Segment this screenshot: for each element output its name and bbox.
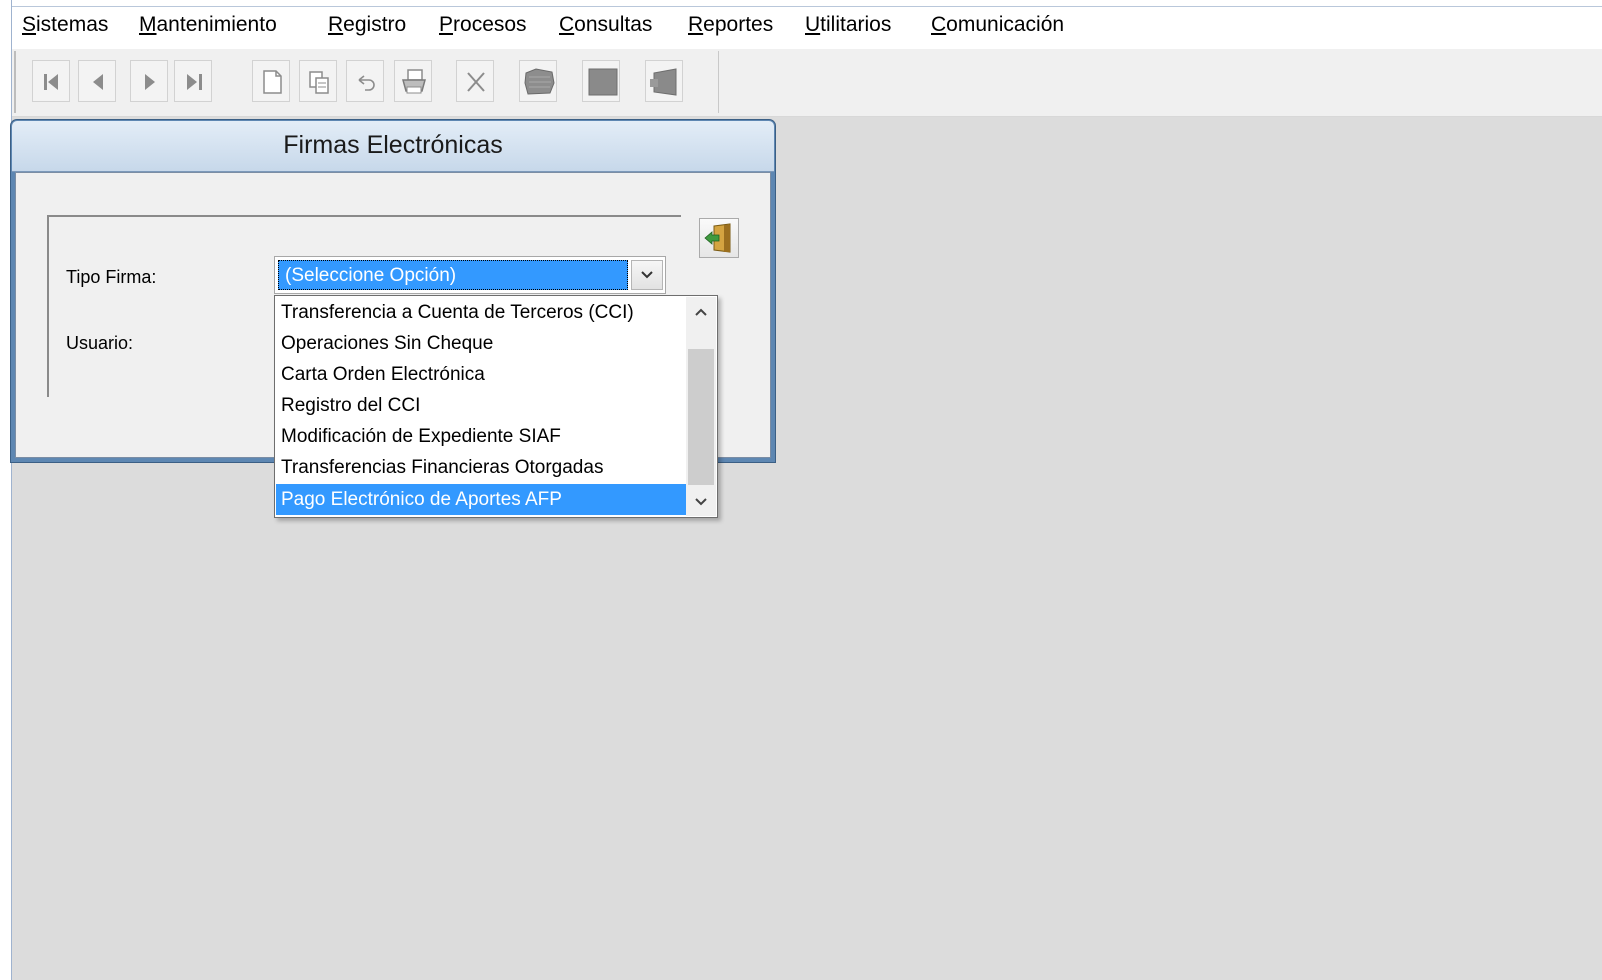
menu-comunicacion[interactable]: Comunicación (931, 13, 1064, 37)
menu-registro[interactable]: Registro (328, 13, 406, 37)
first-record-button[interactable] (32, 60, 70, 102)
chevron-down-icon (641, 271, 653, 279)
menu-bar: Sistemas Mantenimiento Registro Procesos… (12, 7, 1602, 50)
scroll-up-button[interactable] (686, 297, 716, 325)
combo-dropdown-button[interactable] (631, 260, 663, 290)
copy-button[interactable] (299, 60, 337, 102)
last-record-button[interactable] (174, 60, 212, 102)
dropdown-option[interactable]: Carta Orden Electrónica (276, 359, 686, 390)
print-icon (402, 69, 426, 94)
undo-icon (358, 75, 375, 91)
undo-button[interactable] (346, 60, 384, 102)
menu-mantenimiento[interactable]: Mantenimiento (139, 13, 277, 37)
combo-value-text: (Seleccione Opción) (285, 265, 457, 286)
window-titlebar[interactable]: Firmas Electrónicas (12, 121, 774, 172)
menu-consultas[interactable]: Consultas (559, 13, 652, 37)
toolbar (14, 51, 719, 113)
dropdown-option[interactable]: Modificación de Expediente SIAF (276, 421, 686, 452)
previous-record-icon (93, 74, 103, 90)
dropdown-option[interactable]: Transferencia a Cuenta de Terceros (CCI) (276, 297, 686, 328)
window-title: Firmas Electrónicas (283, 131, 503, 159)
chevron-up-icon (695, 308, 707, 316)
dropdown-option[interactable]: Operaciones Sin Cheque (276, 328, 686, 359)
dropdown-option[interactable]: Transferencias Financieras Otorgadas (276, 452, 686, 483)
dropdown-option[interactable]: Registro del CCI (276, 390, 686, 421)
filter-icon (524, 68, 555, 95)
tipo-firma-label: Tipo Firma: (66, 267, 157, 287)
next-record-icon (145, 74, 155, 90)
new-document-button[interactable] (252, 60, 290, 102)
copy-icon (309, 71, 329, 94)
exit-door-icon (704, 223, 731, 253)
next-record-button[interactable] (130, 60, 168, 102)
tipo-firma-combo[interactable]: (Seleccione Opción) (274, 256, 666, 294)
scroll-down-button[interactable] (686, 488, 716, 516)
tipo-firma-dropdown-list: Transferencia a Cuenta de Terceros (CCI)… (274, 295, 718, 518)
last-record-icon (187, 74, 202, 90)
dropdown-option-selected[interactable]: Pago Electrónico de Aportes AFP (276, 484, 686, 515)
exit-icon (650, 68, 677, 96)
save-icon (588, 68, 618, 96)
menu-procesos[interactable]: Procesos (439, 13, 527, 37)
first-record-icon (44, 74, 58, 90)
chevron-down-icon (695, 498, 707, 506)
app-frame-top (0, 0, 1602, 7)
usuario-label: Usuario: (66, 333, 134, 353)
print-button[interactable] (394, 60, 432, 102)
menu-sistemas[interactable]: Sistemas (22, 13, 108, 37)
filter-button[interactable] (519, 60, 557, 102)
close-form-button[interactable] (645, 60, 683, 102)
delete-icon (467, 72, 485, 92)
scroll-thumb[interactable] (688, 349, 714, 485)
dropdown-scrollbar[interactable] (686, 297, 716, 516)
exit-button[interactable] (699, 218, 739, 258)
combo-selected-value: (Seleccione Opción) (278, 260, 628, 290)
previous-record-button[interactable] (78, 60, 116, 102)
menu-utilitarios[interactable]: Utilitarios (805, 13, 891, 37)
new-document-icon (263, 70, 282, 94)
delete-button[interactable] (456, 60, 494, 102)
menu-reportes[interactable]: Reportes (688, 13, 773, 37)
save-button[interactable] (582, 60, 620, 102)
